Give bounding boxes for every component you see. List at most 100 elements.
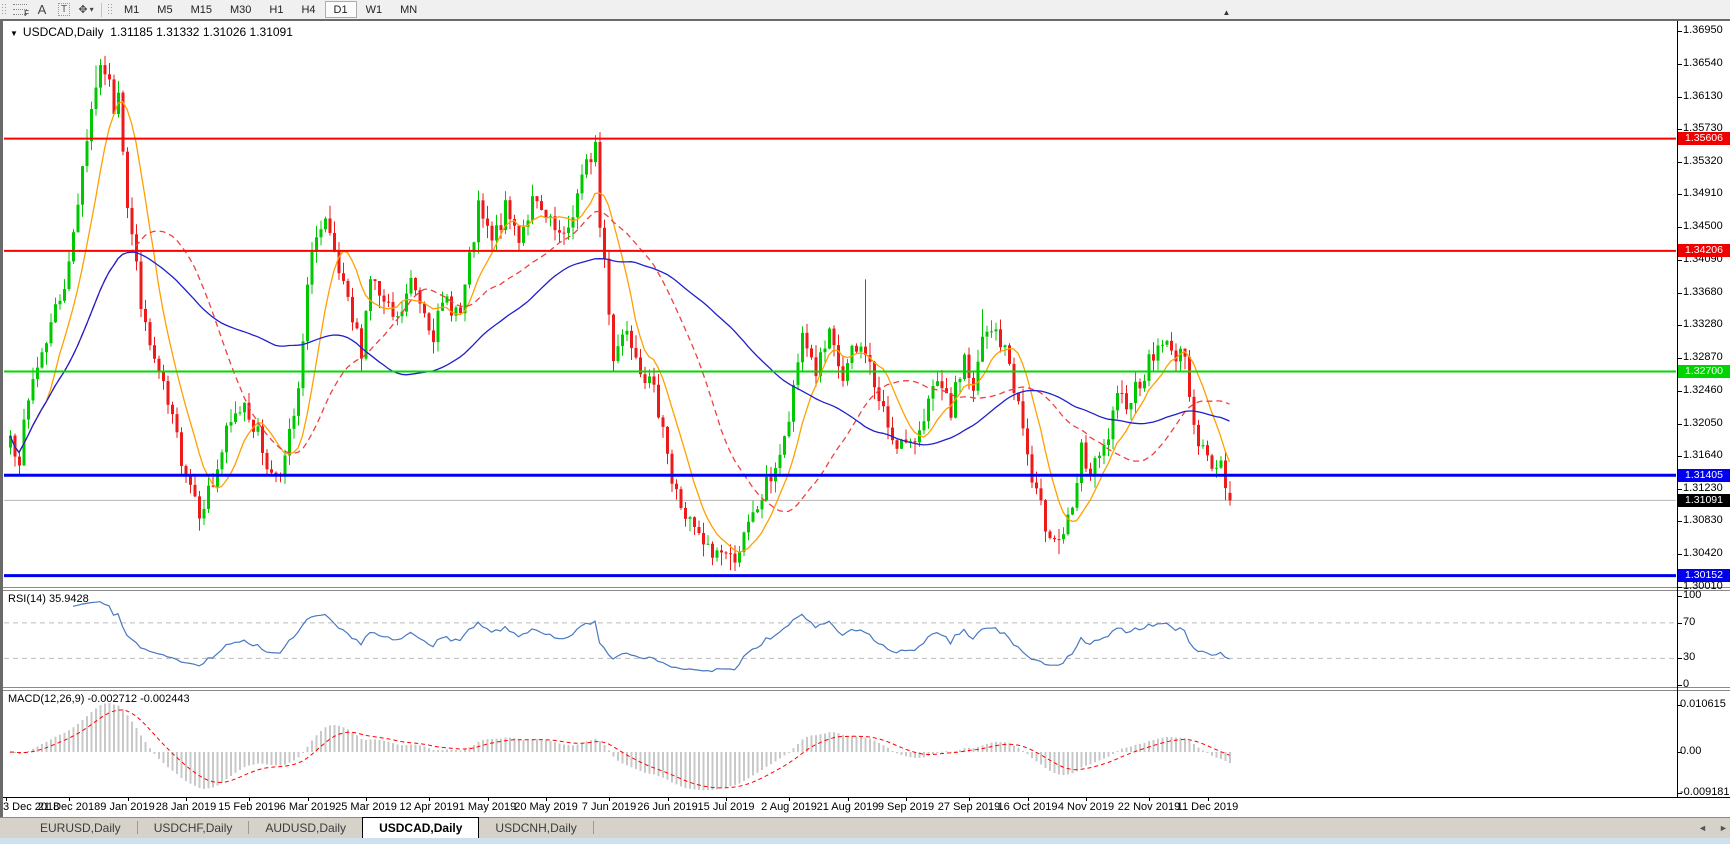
date-axis-label: 21 Aug 2019 <box>817 801 879 813</box>
status-strip <box>0 838 1730 844</box>
price-axis-label: 1.36540 <box>1683 57 1723 69</box>
rsi-axis-tick <box>1677 596 1682 597</box>
price-axis-label: 1.32870 <box>1683 351 1723 363</box>
chart-shift-marker-icon[interactable]: ▲ <box>1223 8 1231 17</box>
text-tool-icon[interactable]: T <box>54 2 74 18</box>
date-axis-label: 22 Nov 2019 <box>1118 801 1180 813</box>
window-border-top <box>0 19 1730 21</box>
timeframe-button-H4[interactable]: H4 <box>292 1 324 18</box>
tab-scroll-right-button[interactable]: ► <box>1719 823 1728 833</box>
price-axis-tick <box>1677 31 1682 32</box>
rsi-axis-label: 30 <box>1683 651 1695 663</box>
timeframe-button-M5[interactable]: M5 <box>148 1 181 18</box>
timeframe-button-M1[interactable]: M1 <box>115 1 148 18</box>
chart-dropdown-icon[interactable]: ▼ <box>10 29 18 38</box>
price-level-badge: 1.32700 <box>1678 365 1730 378</box>
date-axis-label: 26 Jun 2019 <box>637 801 698 813</box>
timeframe-button-MN[interactable]: MN <box>391 1 426 18</box>
price-chart-canvas[interactable] <box>4 22 1676 588</box>
chart-symbol-period: USDCAD,Daily <box>23 25 104 39</box>
price-axis-label: 1.30420 <box>1683 547 1723 559</box>
price-axis-tick <box>1677 325 1682 326</box>
price-axis-tick <box>1677 162 1682 163</box>
price-axis-label: 1.32460 <box>1683 384 1723 396</box>
macd-axis-label: 0.00 <box>1680 745 1701 757</box>
price-axis-label: 1.35320 <box>1683 155 1723 167</box>
tab-separator <box>593 821 594 834</box>
timeframe-button-W1[interactable]: W1 <box>357 1 392 18</box>
chart-tab-USDCAD[interactable]: USDCAD,Daily <box>362 817 479 838</box>
toolbar-grip <box>2 4 6 16</box>
macd-label: MACD(12,26,9) -0.002712 -0.002443 <box>8 693 190 705</box>
rsi-axis-tick <box>1677 685 1682 686</box>
date-axis-label: 15 Jul 2019 <box>698 801 755 813</box>
chart-tab-EURUSD[interactable]: EURUSD,Daily <box>24 818 137 838</box>
chart-tabbar: EURUSD,DailyUSDCHF,DailyAUDUSD,DailyUSDC… <box>0 817 1730 838</box>
price-axis-tick <box>1677 194 1682 195</box>
cursor-tool-icon[interactable]: ✥▾ <box>76 2 96 18</box>
tab-scroll-left-button[interactable]: ◄ <box>1698 823 1707 833</box>
price-axis-tick <box>1677 554 1682 555</box>
chart-title: ▼ USDCAD,Daily 1.31185 1.31332 1.31026 1.… <box>10 25 293 39</box>
macd-axis-label: 0.010615 <box>1680 698 1726 710</box>
fibonacci-tool-icon[interactable]: F <box>10 2 30 18</box>
chart-window[interactable]: ▼ USDCAD,Daily 1.31185 1.31332 1.31026 1.… <box>0 19 1730 817</box>
chart-ohlc-values: 1.31185 1.31332 1.31026 1.31091 <box>110 25 293 39</box>
date-axis-label: 11 Dec 2019 <box>1177 801 1239 813</box>
rsi-axis-label: 0 <box>1683 678 1689 690</box>
price-axis-label: 1.33280 <box>1683 318 1723 330</box>
rsi-axis-tick <box>1677 623 1682 624</box>
price-level-badge: 1.35606 <box>1678 132 1730 145</box>
price-axis-tick <box>1677 97 1682 98</box>
timeframe-button-D1[interactable]: D1 <box>325 1 357 18</box>
toolbar: F A T ✥▾ M1M5M15M30H1H4D1W1MN <box>0 0 1730 19</box>
price-level-badge: 1.31091 <box>1678 494 1730 507</box>
chart-tab-USDCNH[interactable]: USDCNH,Daily <box>479 818 592 838</box>
date-axis-label: 28 Jan 2019 <box>156 801 217 813</box>
window-border-left <box>0 19 3 817</box>
date-axis-label: 20 May 2019 <box>514 801 578 813</box>
date-axis-label: 6 Mar 2019 <box>280 801 336 813</box>
date-axis-label: 15 Feb 2019 <box>218 801 280 813</box>
toolbar-grip <box>108 4 112 16</box>
rsi-label: RSI(14) 35.9428 <box>8 593 89 605</box>
price-level-badge: 1.31405 <box>1678 469 1730 482</box>
date-axis-label: 27 Sep 2019 <box>938 801 1000 813</box>
macd-axis-label: -0.009181 <box>1680 786 1730 798</box>
timeframe-button-H1[interactable]: H1 <box>260 1 292 18</box>
date-axis-label: 1 May 2019 <box>459 801 516 813</box>
date-axis-label: 12 Apr 2019 <box>399 801 458 813</box>
timeframe-button-M15[interactable]: M15 <box>182 1 221 18</box>
price-axis-label: 1.33680 <box>1683 286 1723 298</box>
price-axis-tick <box>1677 129 1682 130</box>
price-level-badge: 1.30152 <box>1678 569 1730 582</box>
date-axis-label: 7 Jun 2019 <box>582 801 636 813</box>
rsi-axis-label: 100 <box>1683 589 1701 601</box>
macd-panel-canvas[interactable] <box>4 691 1676 797</box>
price-axis-tick <box>1677 521 1682 522</box>
price-axis-tick <box>1677 456 1682 457</box>
price-axis-label: 1.31230 <box>1683 482 1723 494</box>
price-axis-tick <box>1677 489 1682 490</box>
chevron-down-icon[interactable]: ▾ <box>90 5 94 14</box>
price-axis-label: 1.32050 <box>1683 417 1723 429</box>
price-axis-label: 1.30830 <box>1683 514 1723 526</box>
price-axis-tick <box>1677 260 1682 261</box>
date-axis-label: 9 Sep 2019 <box>878 801 934 813</box>
date-axis-label: 2 Aug 2019 <box>761 801 817 813</box>
rsi-panel-canvas[interactable] <box>4 591 1676 687</box>
price-axis-tick <box>1677 64 1682 65</box>
price-axis-tick <box>1677 293 1682 294</box>
chart-tab-USDCHF[interactable]: USDCHF,Daily <box>138 818 249 838</box>
text-label-tool-icon[interactable]: A <box>32 2 52 18</box>
chart-tab-AUDUSD[interactable]: AUDUSD,Daily <box>249 818 362 838</box>
price-axis-label: 1.34500 <box>1683 220 1723 232</box>
date-axis-border <box>0 797 1730 798</box>
price-level-badge: 1.34206 <box>1678 244 1730 257</box>
rsi-axis-label: 70 <box>1683 616 1695 628</box>
timeframe-button-M30[interactable]: M30 <box>221 1 260 18</box>
price-axis-label: 1.34910 <box>1683 187 1723 199</box>
price-axis-label: 1.36130 <box>1683 90 1723 102</box>
price-axis-label: 1.36950 <box>1683 24 1723 36</box>
price-axis-tick <box>1677 391 1682 392</box>
